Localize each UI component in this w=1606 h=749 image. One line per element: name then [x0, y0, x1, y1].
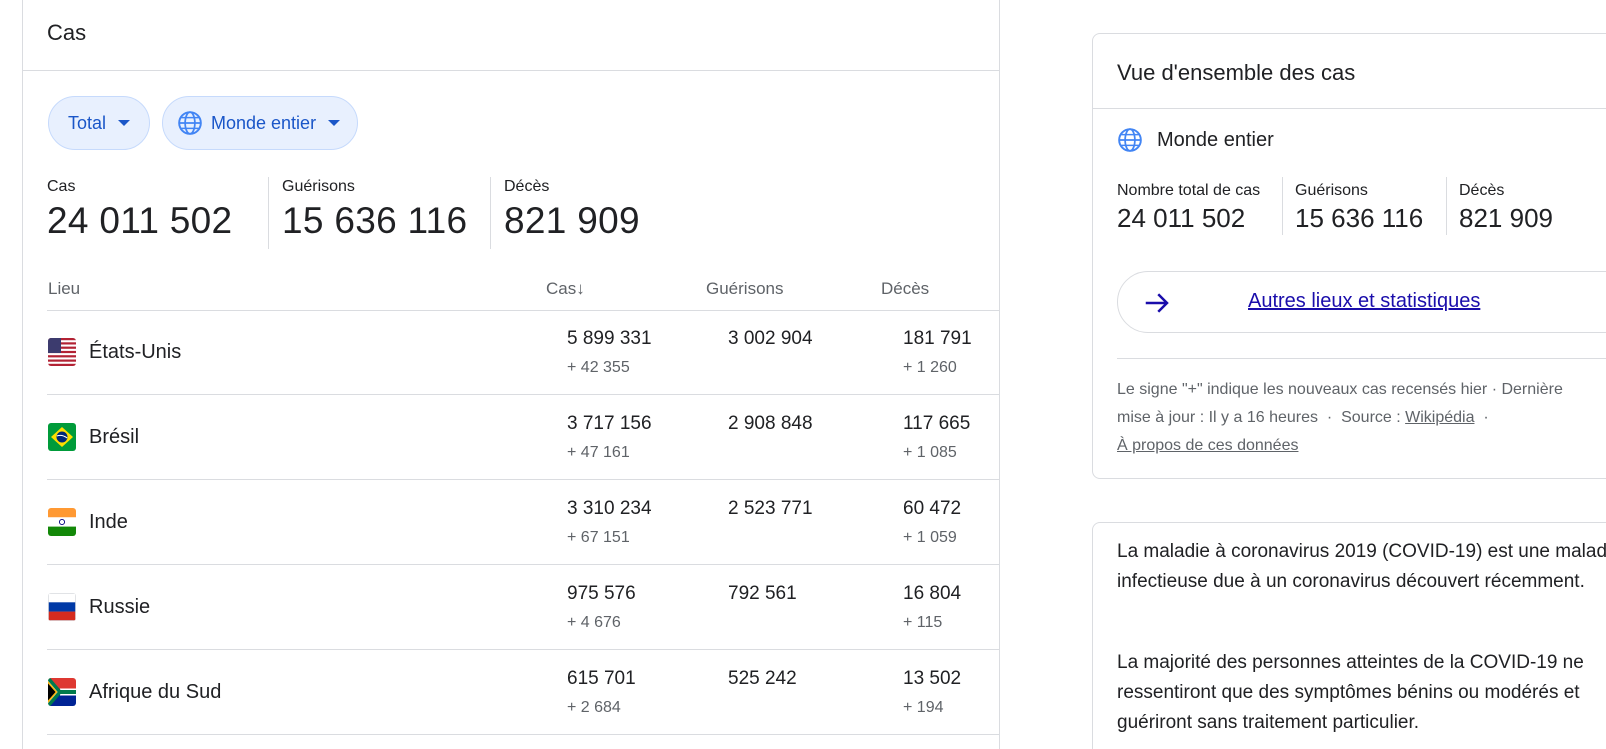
stat-deaths: Décès 821 909	[504, 178, 640, 242]
cases-value: 3 310 234	[567, 498, 652, 519]
stat-separator	[1446, 177, 1447, 235]
total-filter-label: Total	[68, 112, 107, 133]
table-row[interactable]: Inde 3 310 234 + 67 151 2 523 771 60 472…	[47, 480, 999, 565]
divider	[1093, 108, 1606, 109]
stat-value: 24 011 502	[47, 200, 233, 241]
location-label: Monde entier	[1157, 128, 1274, 151]
recoveries-value: 2 908 848	[728, 413, 813, 434]
overview-stat-recoveries: Guérisons 15 636 116	[1295, 182, 1423, 234]
note-text: mise à jour : Il y a 16 heures · Source …	[1117, 409, 1406, 426]
stat-separator	[490, 177, 491, 249]
cases-card: Cas Total Monde entier Cas 24 011 502 Gu…	[22, 0, 1000, 749]
cases-value: 5 899 331	[567, 328, 652, 349]
source-link[interactable]: Wikipédia	[1405, 409, 1474, 426]
deaths-new-value: + 194	[903, 699, 944, 716]
more-locations-button[interactable]: Autres lieux et statistiques	[1117, 271, 1606, 333]
recoveries-value: 525 242	[728, 668, 797, 689]
stat-value: 24 011 502	[1117, 203, 1246, 233]
stat-value: 821 909	[1459, 203, 1553, 233]
cases-new-value: + 42 355	[567, 359, 630, 376]
table-row[interactable]: Brésil 3 717 156 + 47 161 2 908 848 117 …	[47, 395, 999, 480]
info-paragraph: La majorité des personnes atteintes de l…	[1117, 652, 1584, 733]
deaths-new-value: + 1 085	[903, 444, 957, 461]
caret-down-icon	[118, 120, 131, 126]
stat-value: 821 909	[504, 200, 640, 241]
us-flag-icon	[48, 338, 76, 366]
stat-label: Guérisons	[282, 178, 355, 195]
deaths-value: 181 791	[903, 328, 972, 349]
overview-card: Vue d'ensemble des cas Monde entier Nomb…	[1092, 33, 1606, 479]
deaths-value: 60 472	[903, 498, 962, 519]
stat-label: Décès	[1459, 182, 1505, 199]
deaths-new-value: + 1 260	[903, 359, 957, 376]
recoveries-value: 2 523 771	[728, 498, 813, 519]
cases-new-value: + 47 161	[567, 444, 630, 461]
info-card: La maladie à coronavirus 2019 (COVID-19)…	[1092, 522, 1606, 749]
info-paragraph: La maladie à coronavirus 2019 (COVID-19)…	[1117, 541, 1606, 592]
data-note: Le signe "+" indique les nouveaux cas re…	[1117, 376, 1606, 460]
column-header-place: Lieu	[48, 279, 81, 298]
stat-value: 15 636 116	[282, 200, 468, 241]
note-line: Le signe "+" indique les nouveaux cas re…	[1117, 381, 1563, 398]
card-title: Cas	[47, 20, 87, 45]
stat-label: Guérisons	[1295, 182, 1368, 199]
stat-label: Cas	[47, 178, 76, 195]
stat-label: Décès	[504, 178, 550, 195]
column-header-recoveries[interactable]: Guérisons	[706, 279, 783, 299]
cases-value: 975 576	[567, 583, 636, 604]
divider	[23, 70, 999, 71]
south-africa-flag-icon	[48, 678, 76, 706]
overview-stat-cases: Nombre total de cas 24 011 502	[1117, 182, 1260, 234]
recoveries-value: 792 561	[728, 583, 797, 604]
globe-icon	[1118, 128, 1142, 152]
note-line: mise à jour : Il y a 16 heures · Source …	[1117, 404, 1606, 432]
globe-icon	[178, 111, 202, 135]
total-filter-chip[interactable]: Total	[48, 96, 150, 150]
region-filter-label: Monde entier	[211, 112, 317, 133]
stat-separator	[268, 177, 269, 249]
overview-title: Vue d'ensemble des cas	[1117, 60, 1356, 85]
region-filter-chip[interactable]: Monde entier	[162, 96, 358, 150]
note-line: À propos de ces données	[1117, 432, 1606, 460]
deaths-new-value: + 115	[903, 614, 943, 631]
india-flag-icon	[48, 508, 76, 536]
cases-value: 615 701	[567, 668, 636, 689]
divider	[1117, 358, 1606, 359]
table-row[interactable]: États-Unis 5 899 331 + 42 355 3 002 904 …	[47, 310, 999, 395]
deaths-new-value: + 1 059	[903, 529, 957, 546]
stat-separator	[1282, 177, 1283, 235]
note-text: ·	[1474, 409, 1489, 426]
cases-new-value: + 67 151	[567, 529, 630, 546]
country-name: États-Unis	[89, 341, 182, 363]
about-data-link[interactable]: À propos de ces données	[1117, 437, 1298, 454]
russia-flag-icon	[48, 593, 76, 621]
table-row[interactable]: Russie 975 576 + 4 676 792 561 16 804 + …	[47, 565, 999, 650]
deaths-value: 13 502	[903, 668, 962, 689]
stat-label: Nombre total de cas	[1117, 182, 1261, 199]
country-name: Russie	[89, 596, 151, 618]
recoveries-value: 3 002 904	[728, 328, 813, 349]
stat-value: 15 636 116	[1295, 203, 1424, 233]
stat-cases: Cas 24 011 502	[47, 178, 232, 242]
overview-stat-deaths: Décès 821 909	[1459, 182, 1553, 234]
brazil-flag-icon	[48, 423, 76, 451]
country-name: Afrique du Sud	[89, 681, 222, 703]
table-row[interactable]: Afrique du Sud 615 701 + 2 684 525 242 1…	[47, 650, 999, 735]
deaths-value: 16 804	[903, 583, 962, 604]
cases-value: 3 717 156	[567, 413, 652, 434]
location-row: Monde entier	[1117, 127, 1274, 153]
deaths-value: 117 665	[903, 413, 971, 434]
cases-new-value: + 4 676	[567, 614, 621, 631]
column-header-cases[interactable]: Cas↓	[546, 279, 585, 299]
arrow-right-icon	[1145, 293, 1169, 313]
cases-new-value: + 2 684	[567, 699, 621, 716]
caret-down-icon	[328, 120, 341, 126]
country-name: Inde	[89, 511, 128, 533]
country-name: Brésil	[89, 426, 140, 448]
more-locations-link[interactable]: Autres lieux et statistiques	[1248, 290, 1480, 313]
stat-recoveries: Guérisons 15 636 116	[282, 178, 467, 242]
column-header-deaths[interactable]: Décès	[881, 279, 929, 299]
